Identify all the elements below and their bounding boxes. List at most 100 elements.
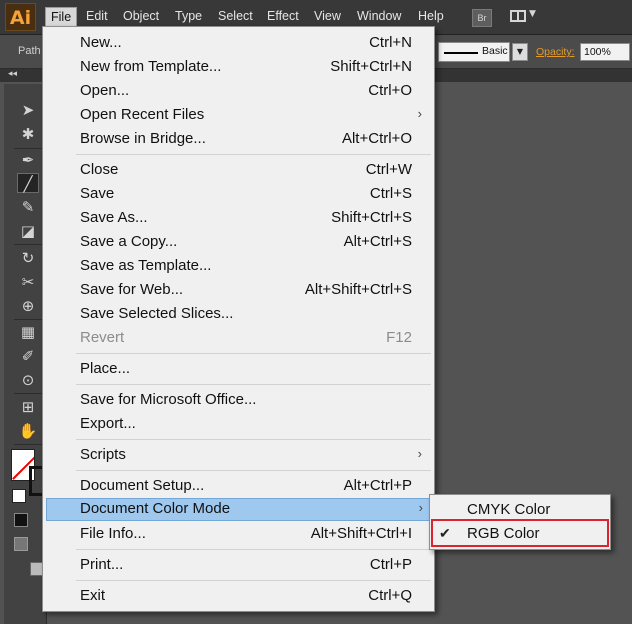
bridge-button[interactable]: Br: [472, 9, 492, 27]
menu-item-shortcut: Shift+Ctrl+S: [331, 209, 412, 226]
menu-item-save-selected-slices[interactable]: Save Selected Slices...: [43, 303, 434, 326]
menu-item-shortcut: Shift+Ctrl+N: [330, 58, 412, 75]
menu-item-label: File Info...: [80, 525, 146, 542]
menu-item-save[interactable]: Save Ctrl+S: [43, 183, 434, 206]
menu-separator: [76, 470, 431, 471]
menu-item-close[interactable]: Close Ctrl+W: [43, 159, 434, 182]
illustrator-logo: Ai: [5, 3, 36, 31]
shape-builder-tool-icon[interactable]: ⊕: [17, 296, 39, 316]
menu-item-label: Exit: [80, 587, 106, 604]
menu-item-save-for-microsoft-office[interactable]: Save for Microsoft Office...: [43, 389, 434, 412]
rotate-tool-icon[interactable]: ↻: [17, 248, 39, 268]
color-mode-icon[interactable]: [14, 513, 28, 527]
drawing-mode-icon[interactable]: [14, 537, 28, 551]
menu-item-export[interactable]: Export...: [43, 413, 434, 436]
magic-wand-tool-icon[interactable]: ✱: [17, 124, 39, 144]
menu-item-new-from-template[interactable]: New from Template... Shift+Ctrl+N: [43, 56, 434, 79]
menu-item-save-a-copy[interactable]: Save a Copy... Alt+Ctrl+S: [43, 231, 434, 254]
menu-item-label: Save Selected Slices...: [80, 305, 234, 322]
hand-tool-icon[interactable]: ✋: [17, 421, 39, 441]
menu-item-label: New from Template...: [80, 58, 222, 75]
menu-item-save-as-template[interactable]: Save as Template...: [43, 255, 434, 278]
tool-divider: [14, 244, 44, 245]
graph-tool-icon[interactable]: ▦: [17, 322, 39, 342]
menu-item-exit[interactable]: Exit Ctrl+Q: [43, 585, 434, 608]
menu-item-shortcut: F12: [386, 329, 412, 346]
stroke-style-dropdown-button[interactable]: ▼: [512, 43, 528, 61]
menu-item-cmyk-color[interactable]: CMYK Color: [430, 497, 610, 521]
eraser-tool-icon[interactable]: ◪: [17, 221, 39, 241]
artboard-tool-icon[interactable]: ⊞: [17, 397, 39, 417]
symbol-sprayer-tool-icon[interactable]: ⊙: [17, 370, 39, 390]
menu-item-shortcut: Ctrl+N: [369, 34, 412, 51]
tool-divider: [14, 148, 44, 149]
menu-item-label: Save: [80, 185, 115, 202]
menu-item-label: Place...: [80, 360, 131, 377]
menu-separator: [76, 353, 431, 354]
menu-item-shortcut: Ctrl+P: [369, 556, 412, 573]
menu-view[interactable]: View: [314, 9, 341, 23]
menu-item-label: Document Color Mode: [80, 500, 231, 517]
menu-item-scripts[interactable]: Scripts ›: [43, 444, 434, 467]
warp-tool-icon[interactable]: ✂: [17, 272, 39, 292]
menu-item-label: Open...: [80, 82, 130, 99]
menu-item-document-setup[interactable]: Document Setup... Alt+Ctrl+P: [43, 475, 434, 498]
menu-item-save-as[interactable]: Save As... Shift+Ctrl+S: [43, 207, 434, 230]
menu-item-browse-in-bridge[interactable]: Browse in Bridge... Alt+Ctrl+O: [43, 128, 434, 151]
menu-item-shortcut: Ctrl+Q: [368, 587, 412, 604]
menu-effect[interactable]: Effect: [267, 9, 299, 23]
tool-divider: [14, 319, 44, 320]
opacity-label[interactable]: Opacity:: [536, 46, 575, 58]
menu-select[interactable]: Select: [218, 9, 253, 23]
menu-item-save-for-web[interactable]: Save for Web... Alt+Shift+Ctrl+S: [43, 279, 434, 302]
arrange-documents-button[interactable]: ▼: [510, 9, 540, 25]
color-mode-submenu: CMYK Color ✔ RGB Color: [429, 494, 611, 550]
menu-item-place[interactable]: Place...: [43, 358, 434, 381]
chevron-down-icon: ▼: [529, 9, 536, 19]
menu-type[interactable]: Type: [175, 9, 202, 23]
opacity-input[interactable]: 100%: [580, 43, 630, 61]
stroke-style-value: Basic: [482, 45, 508, 57]
menu-item-revert: Revert F12: [43, 327, 434, 350]
menu-item-shortcut: Alt+Ctrl+O: [341, 130, 412, 147]
menu-file[interactable]: File: [45, 7, 78, 27]
menu-item-shortcut: Alt+Ctrl+P: [343, 477, 412, 494]
menu-item-shortcut: Alt+Ctrl+S: [343, 233, 412, 250]
menu-item-label: Save for Microsoft Office...: [80, 391, 257, 408]
stroke-preview: [444, 52, 478, 54]
menu-item-label: Export...: [80, 415, 136, 432]
selection-tool-icon[interactable]: ➤: [17, 100, 39, 120]
menu-separator: [76, 154, 431, 155]
menu-item-label: Print...: [80, 556, 124, 573]
submenu-arrow-icon: ›: [417, 446, 422, 461]
default-colors-icon[interactable]: [12, 489, 26, 503]
menu-item-shortcut: Ctrl+W: [365, 161, 412, 178]
menu-item-rgb-color[interactable]: ✔ RGB Color: [431, 519, 609, 547]
menu-help[interactable]: Help: [418, 9, 444, 23]
menu-item-new[interactable]: New... Ctrl+N: [43, 32, 434, 55]
menu-item-label: Save As...: [80, 209, 148, 226]
menu-object[interactable]: Object: [123, 9, 159, 23]
menu-item-label: Save as Template...: [80, 257, 212, 274]
file-menu-dropdown: New... Ctrl+N New from Template... Shift…: [42, 26, 435, 612]
menu-item-open[interactable]: Open... Ctrl+O: [43, 80, 434, 103]
line-segment-tool-icon[interactable]: ╱: [17, 173, 39, 193]
arrange-documents-icon: [510, 10, 526, 22]
eyedropper-tool-icon[interactable]: ✐: [17, 346, 39, 366]
menu-separator: [76, 549, 431, 550]
paintbrush-tool-icon[interactable]: ✎: [17, 197, 39, 217]
menu-item-document-color-mode[interactable]: Document Color Mode ›: [46, 498, 433, 521]
collapse-panel-icon[interactable]: ◂◂: [8, 69, 17, 79]
menu-item-shortcut: Alt+Shift+Ctrl+S: [304, 281, 412, 298]
menu-window[interactable]: Window: [357, 9, 401, 23]
menu-item-open-recent-files[interactable]: Open Recent Files ›: [43, 104, 434, 127]
pen-tool-icon[interactable]: ✒: [17, 150, 39, 170]
menu-item-label: Document Setup...: [80, 477, 205, 494]
submenu-arrow-icon: ›: [417, 106, 422, 121]
tool-divider: [14, 393, 44, 394]
menu-item-print[interactable]: Print... Ctrl+P: [43, 554, 434, 577]
menu-edit[interactable]: Edit: [86, 9, 108, 23]
selection-type-label: Path: [18, 45, 41, 57]
menu-item-file-info[interactable]: File Info... Alt+Shift+Ctrl+I: [43, 523, 434, 546]
menu-item-shortcut: Ctrl+S: [369, 185, 412, 202]
